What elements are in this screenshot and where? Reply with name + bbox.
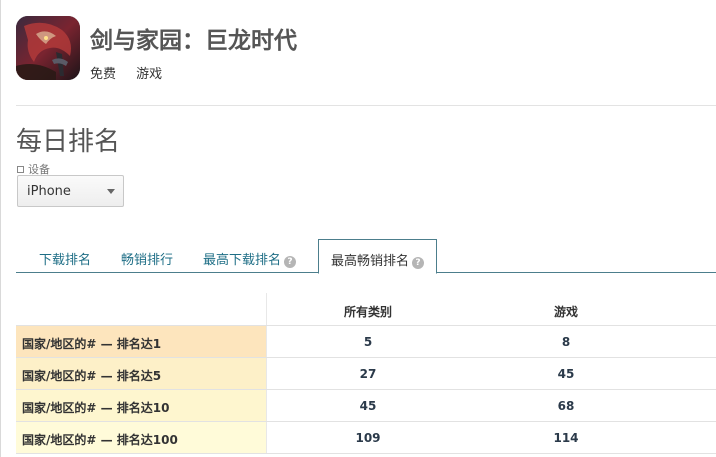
category-link[interactable]: 游戏 <box>136 67 162 82</box>
cell-all: 5 <box>363 335 373 349</box>
tab-label: 畅销排行 <box>121 253 174 268</box>
table-row: 国家/地区的# — 排名达1 5 8 <box>16 326 716 358</box>
left-border <box>0 0 1 457</box>
caret-down-icon <box>107 189 115 194</box>
rank-table: 所有类别 游戏 国家/地区的# — 排名达1 5 8 国家/地区的# — 排名达… <box>16 293 716 454</box>
table-header-empty <box>16 293 267 325</box>
table-row: 国家/地区的# — 排名达5 27 45 <box>16 358 716 390</box>
ranking-tabs: 下载排名 畅销排行 最高下载排名? 最高畅销排名? <box>16 239 716 274</box>
tab-grossing-rank[interactable]: 畅销排行 <box>121 239 173 273</box>
tab-label: 最高畅销排名 <box>331 254 410 269</box>
table-row: 国家/地区的# — 排名达100 109 114 <box>16 422 716 454</box>
header-divider <box>16 105 716 106</box>
checkbox-icon <box>17 165 24 173</box>
column-header-all: 所有类别 <box>343 305 392 319</box>
cell-all: 109 <box>355 431 381 445</box>
row-label: 国家/地区的# — 排名达100 <box>16 422 267 453</box>
cell-games: 114 <box>553 431 579 445</box>
price-label: 免费 <box>90 67 117 82</box>
column-header-games: 游戏 <box>553 305 578 319</box>
cell-games: 8 <box>561 335 571 349</box>
device-select[interactable]: iPhone <box>17 175 124 207</box>
device-select-value: iPhone <box>27 184 71 199</box>
app-meta: 免费 游戏 <box>90 63 178 82</box>
tab-download-rank[interactable]: 下载排名 <box>39 239 91 273</box>
tab-top-grossing-rank[interactable]: 最高畅销排名? <box>318 239 438 274</box>
app-title: 剑与家园：巨龙时代 <box>90 28 297 54</box>
row-label: 国家/地区的# — 排名达1 <box>16 326 267 357</box>
question-circle-icon[interactable]: ? <box>284 256 297 268</box>
cell-all: 27 <box>359 367 377 381</box>
tab-label: 下载排名 <box>39 253 92 268</box>
dragon-app-icon <box>16 16 80 80</box>
app-header: 剑与家园：巨龙时代 免费 游戏 <box>16 16 716 82</box>
cell-games: 45 <box>557 367 575 381</box>
cell-all: 45 <box>359 399 377 413</box>
cell-games: 68 <box>557 399 575 413</box>
tab-label: 最高下载排名 <box>203 253 282 268</box>
table-row: 国家/地区的# — 排名达10 45 68 <box>16 390 716 422</box>
question-circle-icon[interactable]: ? <box>412 257 425 269</box>
section-title: 每日排名 <box>16 127 121 157</box>
app-icon[interactable] <box>16 16 80 80</box>
row-label: 国家/地区的# — 排名达5 <box>16 358 267 389</box>
tab-top-download-rank[interactable]: 最高下载排名? <box>203 239 297 273</box>
table-header-row: 所有类别 游戏 <box>16 293 716 326</box>
row-label: 国家/地区的# — 排名达10 <box>16 390 267 421</box>
